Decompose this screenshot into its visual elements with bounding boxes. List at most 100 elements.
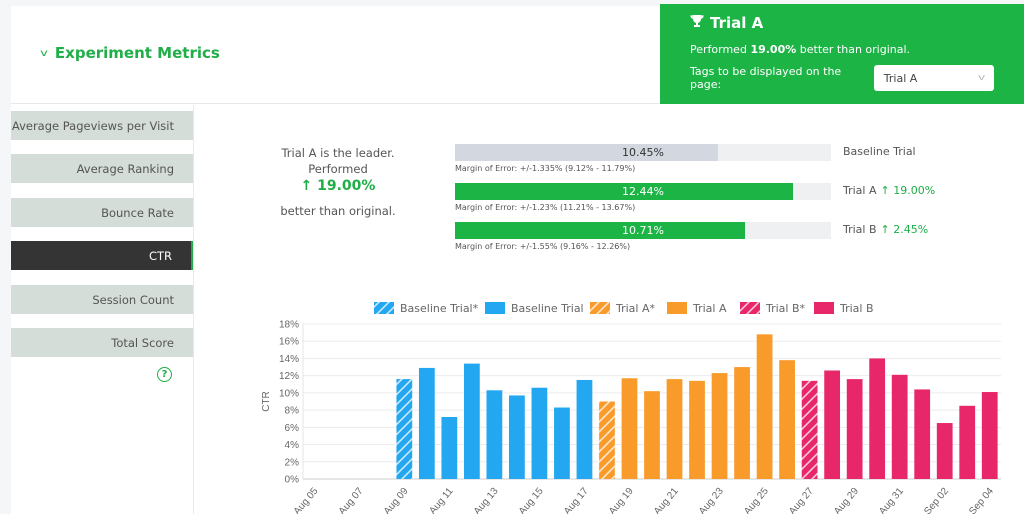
leader-line2: Performed xyxy=(308,162,368,176)
x-tick-label: Aug 05 xyxy=(292,486,321,514)
x-tick-label: Aug 17 xyxy=(562,486,591,514)
bar[interactable] xyxy=(418,367,435,479)
experiment-metrics-toggle[interactable]: v Experiment Metrics xyxy=(40,44,220,62)
bar[interactable] xyxy=(576,379,593,479)
page: v Experiment Metrics Trial A Performed 1… xyxy=(11,4,1024,514)
margin-of-error: Margin of Error: +/-1.23% (11.21% - 13.6… xyxy=(455,203,636,212)
y-tick-label: 2% xyxy=(285,457,300,468)
x-tick-label: Aug 15 xyxy=(517,486,546,514)
bar[interactable] xyxy=(463,363,480,479)
legend-swatch xyxy=(814,302,834,314)
sidebar-item-label: Average Ranking xyxy=(76,161,174,176)
y-tick-label: 10% xyxy=(279,388,299,399)
bar-value: 12.44% xyxy=(622,185,664,198)
x-tick-label: Aug 13 xyxy=(472,486,501,514)
x-tick-label: Aug 25 xyxy=(742,486,771,514)
winner-performance: Performed 19.00% better than original. xyxy=(690,43,994,56)
bar[interactable] xyxy=(824,370,841,480)
y-tick-label: 8% xyxy=(285,406,300,417)
bar[interactable] xyxy=(846,379,863,479)
winner-panel: Trial A Performed 19.00% better than ori… xyxy=(660,4,1024,104)
legend-item[interactable]: Baseline Trial xyxy=(485,302,584,315)
x-tick-label: Aug 31 xyxy=(877,486,906,514)
sidebar-item-average-ranking[interactable]: Average Ranking xyxy=(11,154,193,183)
bar[interactable] xyxy=(981,392,998,479)
bar[interactable] xyxy=(509,395,525,479)
bar[interactable] xyxy=(644,391,660,479)
y-tick-label: 18% xyxy=(279,320,299,331)
legend-label: Trial A* xyxy=(615,302,655,315)
x-tick-label: Sep 04 xyxy=(967,486,996,514)
margin-of-error: Margin of Error: +/-1.335% (9.12% - 11.7… xyxy=(455,164,636,173)
legend-label: Baseline Trial xyxy=(511,302,584,315)
bar[interactable] xyxy=(621,378,638,479)
ctr-chart: 0% 2% 4% 6% 8% 10% 12% 14% 16% 18% CTR Aug 05 Aug 07… xyxy=(261,302,1001,514)
legend-item[interactable]: Baseline Trial* xyxy=(374,302,479,315)
bar[interactable] xyxy=(959,405,976,479)
trial-label: Trial A ↑ 19.00% xyxy=(843,184,935,197)
trial-name: Trial A xyxy=(843,184,877,197)
bar[interactable] xyxy=(801,380,818,479)
legend-label: Trial B* xyxy=(765,302,806,315)
bar[interactable] xyxy=(936,423,953,479)
question-circle-icon[interactable]: ? xyxy=(157,367,172,382)
bar[interactable] xyxy=(914,389,931,479)
legend-label: Baseline Trial* xyxy=(400,302,479,315)
bar[interactable] xyxy=(486,390,503,479)
bar[interactable] xyxy=(756,334,773,479)
tags-select[interactable]: Trial A v xyxy=(873,65,994,91)
sidebar-item-total-score[interactable]: Total Score xyxy=(11,328,193,357)
sidebar-item-ctr[interactable]: CTR xyxy=(11,241,193,270)
bar[interactable] xyxy=(711,373,728,479)
sidebar-item-bounce-rate[interactable]: Bounce Rate xyxy=(11,198,193,227)
bar[interactable] xyxy=(779,360,795,479)
legend-item[interactable]: Trial B* xyxy=(740,302,806,315)
trial-lift: ↑ 2.45% xyxy=(880,223,929,236)
section-title: Experiment Metrics xyxy=(54,44,220,62)
bar[interactable] xyxy=(599,401,615,480)
bar[interactable] xyxy=(531,387,548,479)
y-tick-label: 6% xyxy=(285,423,300,434)
leader-line3: better than original. xyxy=(280,204,396,218)
legend-item[interactable]: Trial A* xyxy=(590,302,655,315)
legend-item[interactable]: Trial B xyxy=(814,302,874,315)
legend-label: Trial A xyxy=(692,302,727,315)
tags-label: Tags to be displayed on the page: xyxy=(690,65,842,91)
bar[interactable] xyxy=(666,379,683,479)
legend-swatch xyxy=(590,302,610,314)
y-axis-label: CTR xyxy=(261,391,272,412)
y-tick-label: 12% xyxy=(279,371,299,382)
metrics-sidebar: Average Pageviews per Visit Average Rank… xyxy=(11,105,194,514)
sidebar-item-label: Total Score xyxy=(111,335,174,350)
sidebar-item-average-pageviews[interactable]: Average Pageviews per Visit xyxy=(11,111,193,140)
bar-value: 10.45% xyxy=(622,146,664,159)
y-tick-label: 4% xyxy=(285,440,300,451)
trophy-icon xyxy=(690,14,704,32)
x-tick-label: Aug 11 xyxy=(427,486,456,514)
margin-of-error: Margin of Error: +/-1.55% (9.16% - 12.26… xyxy=(455,242,631,251)
bar[interactable] xyxy=(396,379,413,479)
legend-swatch xyxy=(374,302,394,314)
sidebar-item-label: Bounce Rate xyxy=(101,205,174,220)
bar[interactable] xyxy=(554,407,570,479)
bar[interactable] xyxy=(441,417,458,479)
bar[interactable] xyxy=(869,358,886,479)
sidebar-item-label: Average Pageviews per Visit xyxy=(11,118,174,133)
legend-swatch xyxy=(667,302,687,314)
bar[interactable] xyxy=(734,367,750,479)
sidebar-item-label: CTR xyxy=(148,248,172,263)
trial-name: Trial B xyxy=(843,223,877,236)
tags-selected-value: Trial A xyxy=(883,71,918,85)
bar[interactable] xyxy=(689,380,705,479)
sidebar-item-session-count[interactable]: Session Count xyxy=(11,285,193,314)
chevron-down-icon: v xyxy=(977,73,986,83)
leader-line1: Trial A is the leader. xyxy=(281,146,395,160)
x-tick-label: Aug 27 xyxy=(787,486,816,514)
x-tick-label: Aug 19 xyxy=(607,486,636,514)
bar[interactable] xyxy=(891,374,908,479)
legend-swatch xyxy=(485,302,505,314)
legend-label: Trial B xyxy=(839,302,874,315)
x-tick-label: Aug 29 xyxy=(832,486,861,514)
bar-value: 10.71% xyxy=(622,224,664,237)
legend-item[interactable]: Trial A xyxy=(667,302,727,315)
